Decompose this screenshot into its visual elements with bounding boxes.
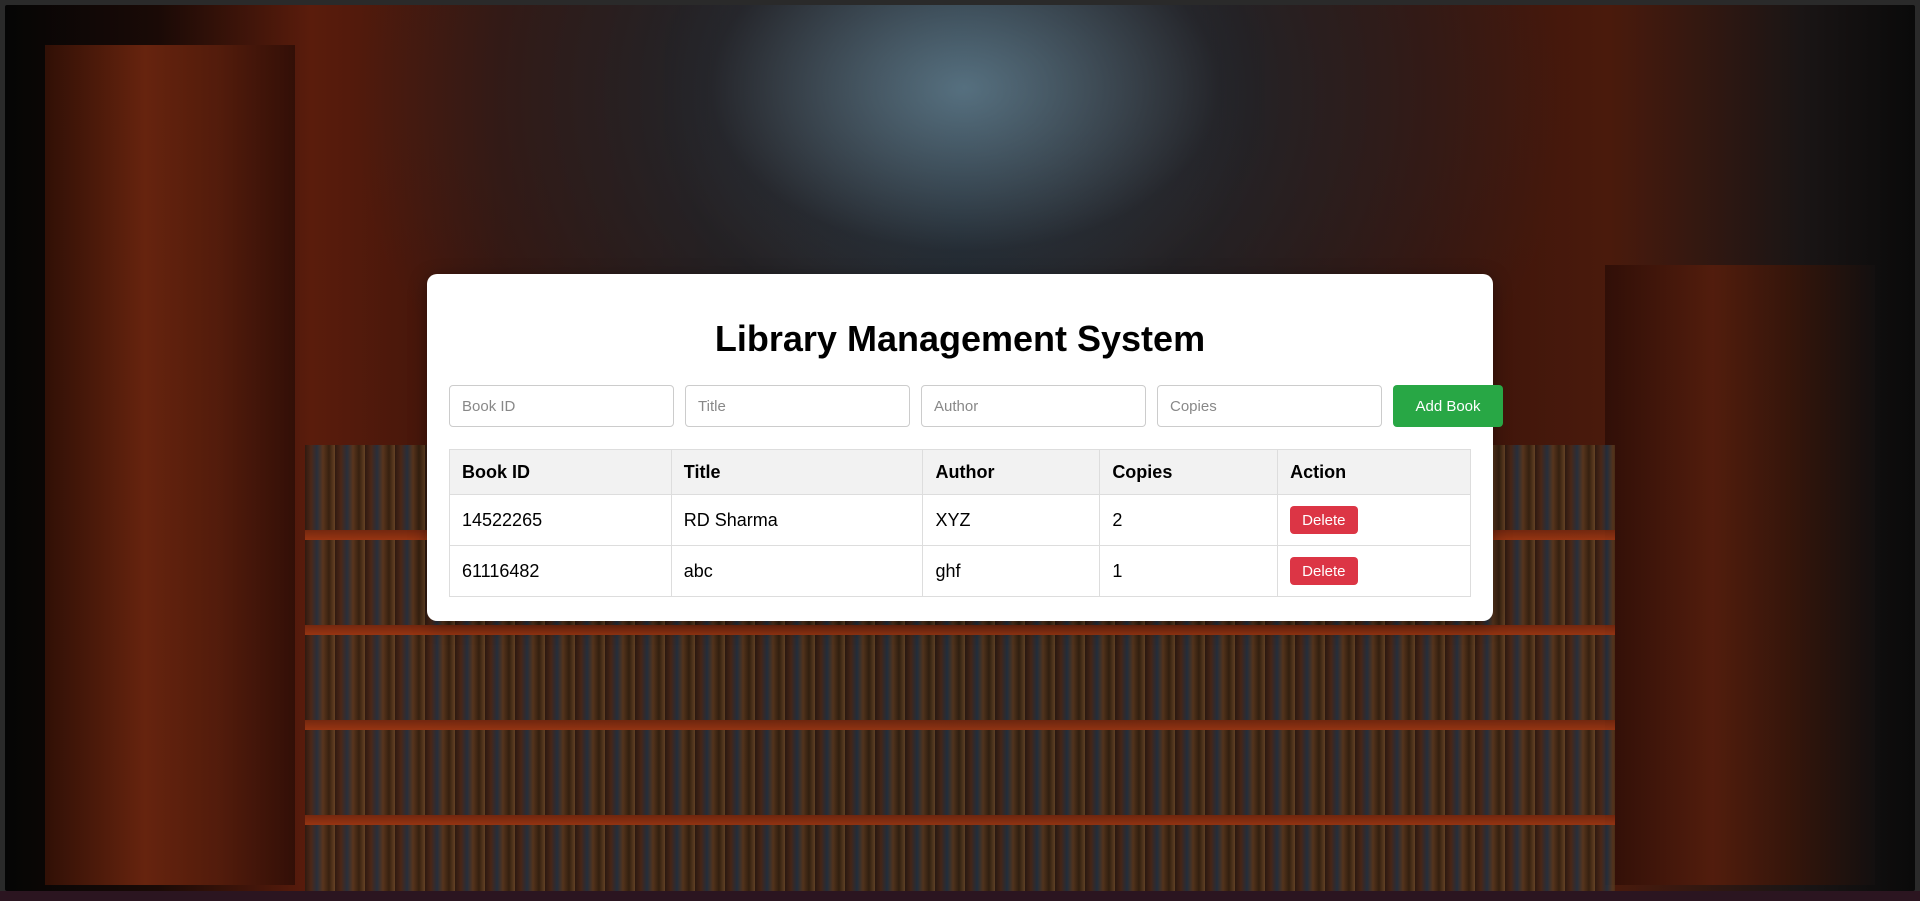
page-title: Library Management System bbox=[714, 318, 1206, 359]
background-right-pillar bbox=[1605, 265, 1875, 885]
header-title: Title bbox=[670, 449, 924, 495]
add-book-button[interactable]: Add Book bbox=[1393, 385, 1503, 427]
table-row: 61116482 abc ghf 1 Delete bbox=[449, 545, 1471, 597]
header-author: Author bbox=[922, 449, 1101, 495]
title-input[interactable] bbox=[685, 385, 910, 427]
book-id-input[interactable] bbox=[449, 385, 674, 427]
delete-button[interactable]: Delete bbox=[1290, 557, 1358, 585]
author-input[interactable] bbox=[921, 385, 1146, 427]
cell-author: XYZ bbox=[922, 494, 1101, 546]
books-table: Book ID Title Author Copies Action 14522… bbox=[449, 449, 1471, 597]
cell-book-id: 61116482 bbox=[449, 545, 672, 597]
cell-title: abc bbox=[670, 545, 924, 597]
header-book-id: Book ID bbox=[449, 449, 672, 495]
header-copies: Copies bbox=[1099, 449, 1279, 495]
cell-author: ghf bbox=[922, 545, 1101, 597]
header-action: Action bbox=[1277, 449, 1471, 495]
library-card: Library Management System Add Book Book … bbox=[427, 274, 1503, 621]
background-left-pillar bbox=[45, 45, 295, 885]
bottom-strip bbox=[0, 891, 1920, 901]
cell-copies: 2 bbox=[1099, 494, 1279, 546]
copies-input[interactable] bbox=[1157, 385, 1382, 427]
add-book-form: Add Book bbox=[449, 385, 1503, 427]
table-row: 14522265 RD Sharma XYZ 2 Delete bbox=[449, 494, 1471, 546]
cell-action: Delete bbox=[1277, 494, 1471, 546]
delete-button[interactable]: Delete bbox=[1290, 506, 1358, 534]
cell-action: Delete bbox=[1277, 545, 1471, 597]
cell-copies: 1 bbox=[1099, 545, 1279, 597]
cell-title: RD Sharma bbox=[670, 494, 924, 546]
table-header-row: Book ID Title Author Copies Action bbox=[449, 449, 1471, 495]
cell-book-id: 14522265 bbox=[449, 494, 672, 546]
background-dome bbox=[665, 5, 1265, 280]
